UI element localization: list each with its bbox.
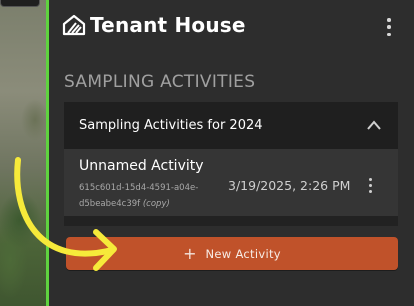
list-item[interactable]: Unnamed Activity 615c601d-15d4-4591-a04e… [64, 149, 398, 216]
section-title: SAMPLING ACTIVITIES [64, 72, 256, 92]
kebab-menu-icon[interactable] [386, 18, 392, 36]
activities-accordion: Sampling Activities for 2024 Unnamed Act… [64, 102, 398, 226]
tenant-house-logo-icon [62, 14, 86, 36]
menu-dot [368, 190, 372, 193]
activity-name: Unnamed Activity [79, 158, 204, 174]
side-panel: Tenant House SAMPLING ACTIVITIES Samplin… [49, 0, 414, 306]
map-view[interactable] [0, 0, 47, 306]
map-control[interactable] [0, 0, 40, 7]
plus-icon: + [183, 243, 197, 263]
kebab-menu-icon[interactable] [367, 178, 373, 193]
menu-dot [387, 25, 391, 29]
accordion-title: Sampling Activities for 2024 [79, 118, 263, 133]
menu-dot [368, 178, 372, 181]
panel-header: Tenant House [62, 10, 414, 46]
activity-datetime: 3/19/2025, 2:26 PM [228, 178, 351, 193]
menu-dot [387, 18, 391, 22]
copy-tag: (copy) [142, 199, 170, 209]
menu-dot [368, 184, 372, 187]
new-activity-label: New Activity [205, 246, 281, 261]
accordion-header[interactable]: Sampling Activities for 2024 [64, 102, 398, 149]
menu-dot [387, 32, 391, 36]
activity-id-text: 615c601d-15d4-4591-a04e-d5beabe4c39f [79, 183, 199, 209]
activity-id: 615c601d-15d4-4591-a04e-d5beabe4c39f (co… [79, 180, 219, 212]
app-title: Tenant House [90, 13, 246, 37]
chevron-up-icon[interactable] [366, 119, 382, 131]
new-activity-button[interactable]: + New Activity [66, 237, 398, 270]
